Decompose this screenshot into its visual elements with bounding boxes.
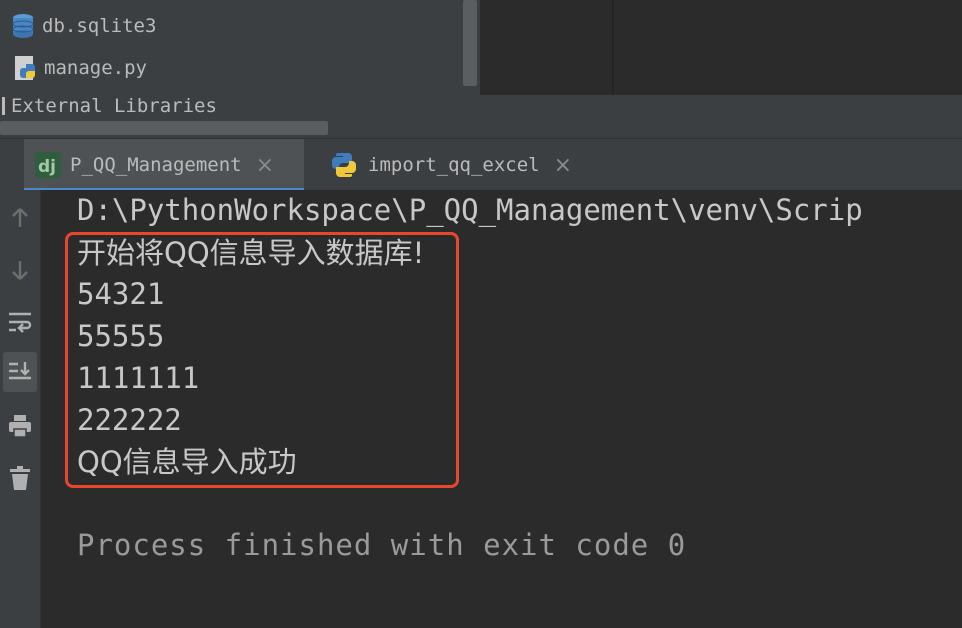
print-icon: [9, 415, 31, 438]
tree-item-manage-py[interactable]: manage.py: [12, 53, 147, 83]
django-icon: dj: [35, 152, 61, 178]
arrow-up-icon: [12, 208, 28, 227]
down-stack-button[interactable]: [3, 250, 37, 290]
tab-bar-empty-area: [602, 139, 962, 191]
editor-divider: [612, 0, 614, 95]
editor-area: [480, 0, 962, 95]
tab-label: import_qq_excel: [368, 154, 540, 176]
tab-import-qq-excel[interactable]: import_qq_excel ×: [320, 139, 612, 191]
project-vertical-scrollbar[interactable]: [463, 0, 477, 86]
scroll-to-end-icon: [9, 362, 31, 380]
console-path-line: D:\PythonWorkspace\P_QQ_Management\venv\…: [77, 193, 863, 227]
close-icon[interactable]: ×: [554, 153, 572, 178]
print-button[interactable]: [3, 406, 37, 446]
editor-bottom-strip: [480, 95, 962, 138]
svg-text:dj: dj: [38, 157, 56, 177]
tree-item-label: db.sqlite3: [42, 15, 157, 37]
project-horizontal-scrollbar[interactable]: [0, 121, 328, 135]
tree-item-label: manage.py: [44, 57, 147, 79]
tree-item-label: External Libraries: [11, 95, 217, 117]
soft-wrap-button[interactable]: [3, 302, 37, 342]
console-exit-line: Process finished with exit code 0: [77, 528, 687, 562]
ide-window: db.sqlite3 manage.py External Libraries …: [0, 0, 962, 628]
run-console[interactable]: D:\PythonWorkspace\P_QQ_Management\venv\…: [41, 190, 962, 628]
library-icon: [2, 97, 5, 115]
highlight-annotation-box: [65, 232, 459, 488]
tab-label: P_QQ_Management: [70, 154, 242, 176]
python-icon: [332, 153, 356, 177]
up-stack-button[interactable]: [3, 198, 37, 238]
arrow-down-icon: [12, 261, 28, 280]
run-tab-bar: dj P_QQ_Management × import_qq_excel ×: [0, 138, 962, 191]
tree-item-db-sqlite3[interactable]: db.sqlite3: [10, 11, 156, 41]
clear-all-button[interactable]: [3, 458, 37, 498]
python-file-icon: [15, 56, 35, 80]
run-toolstrip: [0, 190, 41, 628]
tab-p-qq-management[interactable]: dj P_QQ_Management ×: [24, 139, 304, 191]
soft-wrap-icon: [9, 312, 32, 333]
tree-item-external-libraries[interactable]: External Libraries: [0, 91, 217, 121]
database-icon: [12, 14, 34, 38]
scroll-to-end-button[interactable]: [3, 352, 37, 392]
project-tree-panel: db.sqlite3 manage.py External Libraries: [0, 0, 480, 138]
trash-icon: [10, 466, 30, 490]
close-icon[interactable]: ×: [256, 153, 274, 178]
